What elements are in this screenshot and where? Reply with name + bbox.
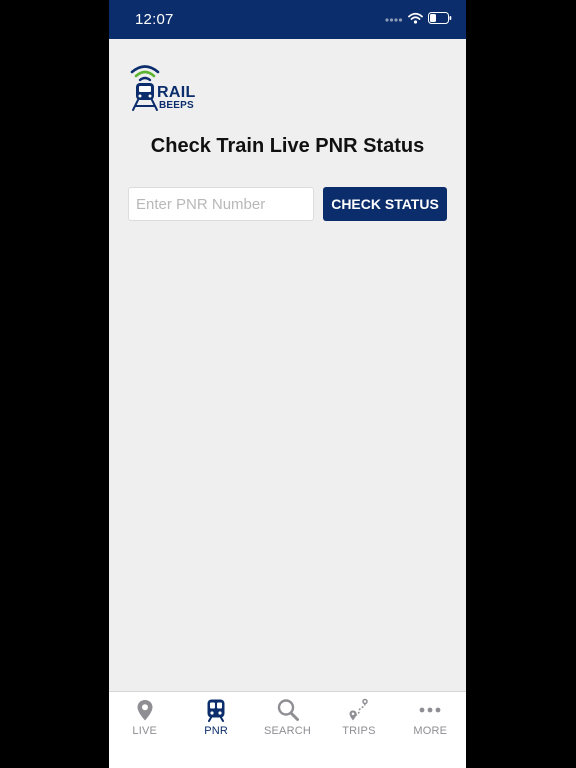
more-icon: [419, 707, 441, 713]
train-icon: [207, 699, 225, 722]
logo-text-beeps: BEEPS: [159, 100, 194, 111]
tab-trips[interactable]: TRIPS: [323, 692, 394, 768]
tab-label-pnr: PNR: [204, 725, 229, 737]
rail-beeps-logo: RAIL BEEPS: [129, 64, 195, 112]
tab-label-more: MORE: [413, 725, 448, 737]
search-icon: [277, 699, 299, 721]
tab-label-trips: TRIPS: [342, 725, 376, 737]
status-icons: [385, 12, 452, 24]
app-screen: 12:07 RAIL BEEPS Check Train Live PNR St…: [109, 0, 466, 768]
tab-live[interactable]: LIVE: [109, 692, 180, 768]
tab-more[interactable]: MORE: [395, 692, 466, 768]
status-time: 12:07: [135, 11, 174, 28]
page-title: Check Train Live PNR Status: [150, 135, 425, 157]
signal-dots-icon: [385, 18, 403, 22]
pnr-number-input[interactable]: [128, 187, 314, 221]
tab-bar: LIVE PNR SEARCH TRIPS MORE: [109, 691, 466, 768]
route-icon: [349, 698, 368, 721]
status-bar: 12:07: [109, 0, 466, 39]
map-pin-icon: [137, 700, 153, 721]
tab-pnr[interactable]: PNR: [180, 692, 251, 768]
tab-label-search: SEARCH: [263, 725, 312, 737]
battery-icon: [428, 12, 452, 24]
tab-label-live: LIVE: [132, 725, 158, 737]
check-status-button[interactable]: CHECK STATUS: [323, 187, 447, 221]
tab-search[interactable]: SEARCH: [252, 692, 323, 768]
wifi-icon: [408, 12, 423, 24]
